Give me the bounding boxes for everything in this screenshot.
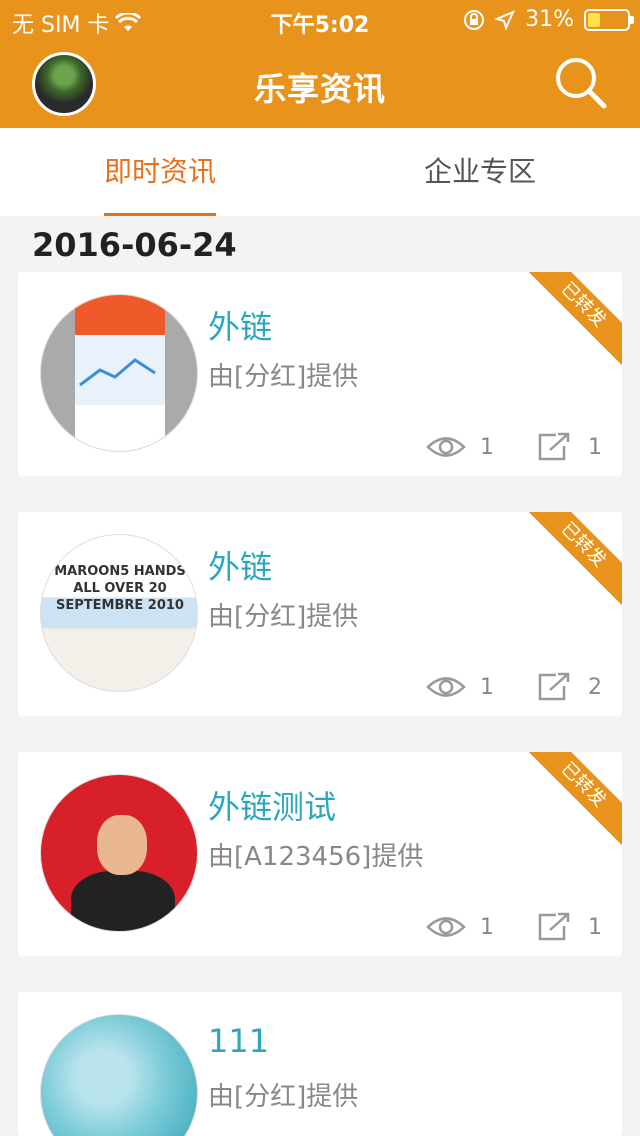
share-count: 1 [588,434,602,460]
card-thumbnail [40,1014,198,1136]
nav-bar: 乐享资讯 [0,40,640,128]
share-icon[interactable] [534,432,574,462]
card-title: 外链 [208,308,273,346]
forwarded-badge: 已转发 [519,272,622,369]
card-source: 由[分红]提供 [208,602,359,632]
rotation-lock-icon [464,9,485,30]
battery-percent: 31% [525,7,574,32]
share-icon[interactable] [534,672,574,702]
card-stats: 1 2 [426,672,602,702]
battery-icon [584,8,634,31]
card-stats: 1 1 [426,912,602,942]
news-card[interactable]: 外链 由[分红]提供 已转发 1 1 [18,272,622,476]
eye-icon [426,677,466,697]
status-bar: 无 SIM 卡 下午5:02 31% [0,0,640,40]
card-thumbnail [40,774,198,932]
top-bar: 无 SIM 卡 下午5:02 31% 乐享资讯 [0,0,640,128]
news-card[interactable]: MAROON5 HANDS ALL OVER 20 SEPTEMBRE 2010… [18,512,622,716]
card-source: 由[分红]提供 [208,1082,359,1112]
card-thumbnail [40,294,198,452]
tab-bar: 即时资讯 企业专区 [0,128,640,216]
tab-enterprise[interactable]: 企业专区 [320,128,640,216]
share-count: 2 [588,674,602,700]
share-count: 1 [588,914,602,940]
thumbnail-text: MAROON5 HANDS ALL OVER 20 SEPTEMBRE 2010 [54,564,186,613]
news-card[interactable]: 111 由[分红]提供 [18,992,622,1136]
forwarded-badge: 已转发 [519,752,622,849]
eye-icon [426,437,466,457]
eye-icon [426,917,466,937]
page-title: 乐享资讯 [253,70,386,108]
card-stats: 1 1 [426,432,602,462]
location-icon [495,9,516,30]
tab-instant-news[interactable]: 即时资讯 [0,128,320,216]
news-card[interactable]: 外链测试 由[A123456]提供 已转发 1 1 [18,752,622,956]
view-count: 1 [480,674,494,700]
share-icon[interactable] [534,912,574,942]
search-icon[interactable] [552,54,608,110]
card-title: 外链测试 [208,788,337,826]
card-title: 111 [208,1022,270,1060]
card-title: 外链 [208,548,273,586]
date-header: 2016-06-24 [32,226,237,264]
view-count: 1 [480,914,494,940]
card-source: 由[分红]提供 [208,362,359,392]
forwarded-badge: 已转发 [519,512,622,609]
card-source: 由[A123456]提供 [208,842,424,872]
card-thumbnail: MAROON5 HANDS ALL OVER 20 SEPTEMBRE 2010 [40,534,198,692]
view-count: 1 [480,434,494,460]
